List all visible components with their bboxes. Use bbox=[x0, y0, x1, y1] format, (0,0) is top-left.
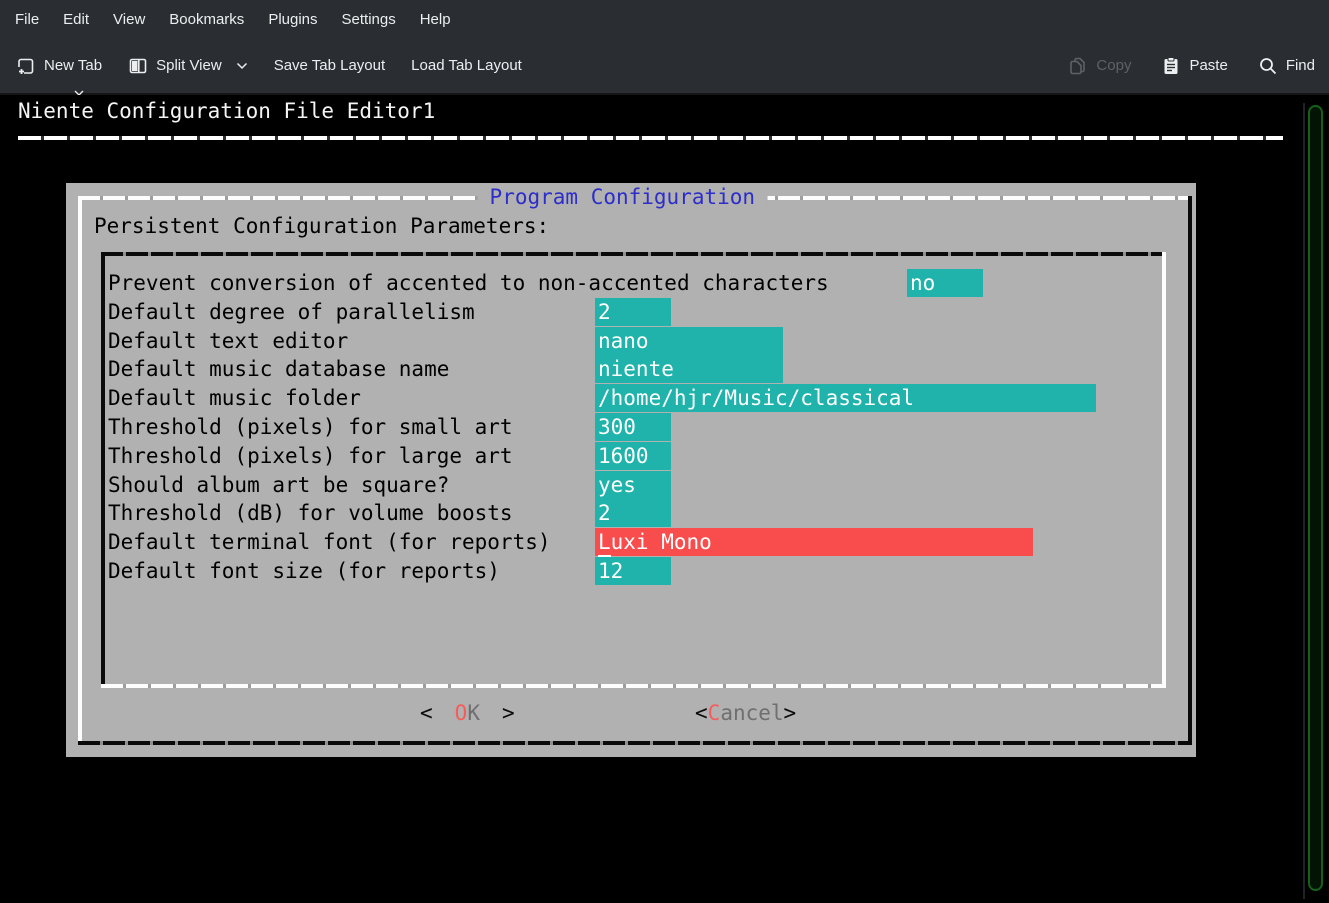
cancel-button[interactable]: <Cancel> bbox=[695, 699, 796, 727]
config-label: Default music database name bbox=[108, 355, 449, 383]
config-value-field[interactable]: /home/hjr/Music/classical bbox=[595, 384, 1096, 412]
config-listbox: Prevent conversion of accented to non-ac… bbox=[101, 252, 1166, 688]
menu-help[interactable]: Help bbox=[408, 2, 463, 37]
listbox-border-top bbox=[101, 252, 1166, 256]
program-configuration-dialog: Program Configuration Persistent Configu… bbox=[66, 183, 1196, 757]
config-label: Default text editor bbox=[108, 327, 348, 355]
listbox-border-bottom bbox=[101, 684, 1166, 688]
config-row[interactable]: Threshold (dB) for volume boosts 2 bbox=[101, 499, 1161, 527]
copy-button[interactable]: Copy bbox=[1068, 56, 1131, 76]
config-value-field[interactable]: niente bbox=[595, 355, 783, 383]
menu-bar: File Edit View Bookmarks Plugins Setting… bbox=[0, 0, 1329, 38]
split-view-caret-icon[interactable] bbox=[236, 62, 248, 70]
terminal-scrollbar[interactable] bbox=[1308, 105, 1323, 891]
config-label: Default music folder bbox=[108, 384, 361, 412]
config-row[interactable]: Should album art be square? yes bbox=[101, 471, 1161, 499]
config-value-field[interactable]: 1600 bbox=[595, 442, 671, 470]
config-label: Default font size (for reports) bbox=[108, 557, 500, 585]
split-view-button[interactable]: Split View bbox=[128, 56, 248, 76]
config-label: Should album art be square? bbox=[108, 471, 449, 499]
text-cursor bbox=[595, 528, 1033, 556]
scrollbar-track-separator bbox=[1303, 103, 1305, 899]
menu-plugins[interactable]: Plugins bbox=[256, 2, 329, 37]
terminal-title-rule bbox=[18, 136, 1283, 140]
load-tab-layout-button[interactable]: Load Tab Layout bbox=[411, 57, 522, 74]
config-value-field[interactable]: no bbox=[907, 269, 983, 297]
copy-label: Copy bbox=[1096, 57, 1131, 74]
ok-button[interactable]: <OK> bbox=[420, 699, 515, 727]
dialog-title: Program Configuration bbox=[478, 185, 768, 209]
find-label: Find bbox=[1286, 57, 1315, 74]
menu-file[interactable]: File bbox=[3, 2, 51, 37]
save-tab-layout-label: Save Tab Layout bbox=[274, 57, 385, 74]
dialog-border-left bbox=[78, 196, 82, 745]
config-row[interactable]: Threshold (pixels) for large art 1600 bbox=[101, 442, 1161, 470]
dialog-border-right bbox=[1188, 196, 1192, 745]
config-row[interactable]: Default music folder /home/hjr/Music/cla… bbox=[101, 384, 1161, 412]
config-value-field[interactable]: 2 bbox=[595, 298, 671, 326]
dialog-border-bottom bbox=[78, 741, 1192, 745]
config-label: Threshold (dB) for volume boosts bbox=[108, 499, 513, 527]
terminal-app-title: Niente Configuration File Editor1 bbox=[18, 99, 435, 123]
config-value-field[interactable]: yes bbox=[595, 471, 671, 499]
config-value-field[interactable]: 2 bbox=[595, 499, 671, 527]
split-view-label: Split View bbox=[156, 57, 222, 74]
search-icon bbox=[1258, 56, 1278, 76]
config-row[interactable]: Default degree of parallelism 2 bbox=[101, 298, 1161, 326]
config-label: Default degree of parallelism bbox=[108, 298, 475, 326]
paste-button[interactable]: Paste bbox=[1161, 56, 1227, 76]
copy-icon bbox=[1068, 56, 1088, 76]
new-tab-icon bbox=[16, 56, 36, 76]
menu-edit[interactable]: Edit bbox=[51, 2, 101, 37]
menu-bookmarks[interactable]: Bookmarks bbox=[157, 2, 256, 37]
config-row-selected[interactable]: Default terminal font (for reports) Luxi… bbox=[101, 528, 1161, 556]
listbox-border-right bbox=[1162, 252, 1166, 688]
config-label: Threshold (pixels) for small art bbox=[108, 413, 513, 441]
config-row[interactable]: Default font size (for reports) 12 bbox=[101, 557, 1161, 585]
config-label: Prevent conversion of accented to non-ac… bbox=[108, 269, 829, 297]
dialog-button-row: <OK> <Cancel> bbox=[66, 699, 1196, 727]
split-view-icon bbox=[128, 56, 148, 76]
new-tab-button[interactable]: New Tab bbox=[16, 56, 102, 76]
config-row[interactable]: Default text editor nano bbox=[101, 327, 1161, 355]
find-button[interactable]: Find bbox=[1258, 56, 1315, 76]
menu-settings[interactable]: Settings bbox=[330, 2, 408, 37]
menu-view[interactable]: View bbox=[101, 2, 157, 37]
paste-label: Paste bbox=[1189, 57, 1227, 74]
paste-icon bbox=[1161, 56, 1181, 76]
save-tab-layout-button[interactable]: Save Tab Layout bbox=[274, 57, 385, 74]
config-label: Threshold (pixels) for large art bbox=[108, 442, 513, 470]
config-value-field[interactable]: nano bbox=[595, 327, 783, 355]
konsole-window: File Edit View Bookmarks Plugins Setting… bbox=[0, 0, 1329, 903]
tool-bar: New Tab Split View bbox=[0, 38, 1329, 95]
config-value-field[interactable]: 300 bbox=[595, 413, 671, 441]
config-value-field[interactable]: 12 bbox=[595, 557, 671, 585]
config-row[interactable]: Threshold (pixels) for small art 300 bbox=[101, 413, 1161, 441]
config-label: Default terminal font (for reports) bbox=[108, 528, 551, 556]
dialog-subtitle: Persistent Configuration Parameters: bbox=[94, 214, 549, 238]
terminal-view[interactable]: Niente Configuration File Editor1 Progra… bbox=[0, 95, 1329, 901]
load-tab-layout-label: Load Tab Layout bbox=[411, 57, 522, 74]
new-tab-label: New Tab bbox=[44, 57, 102, 74]
config-row[interactable]: Prevent conversion of accented to non-ac… bbox=[101, 269, 1161, 297]
config-row[interactable]: Default music database name niente bbox=[101, 355, 1161, 383]
